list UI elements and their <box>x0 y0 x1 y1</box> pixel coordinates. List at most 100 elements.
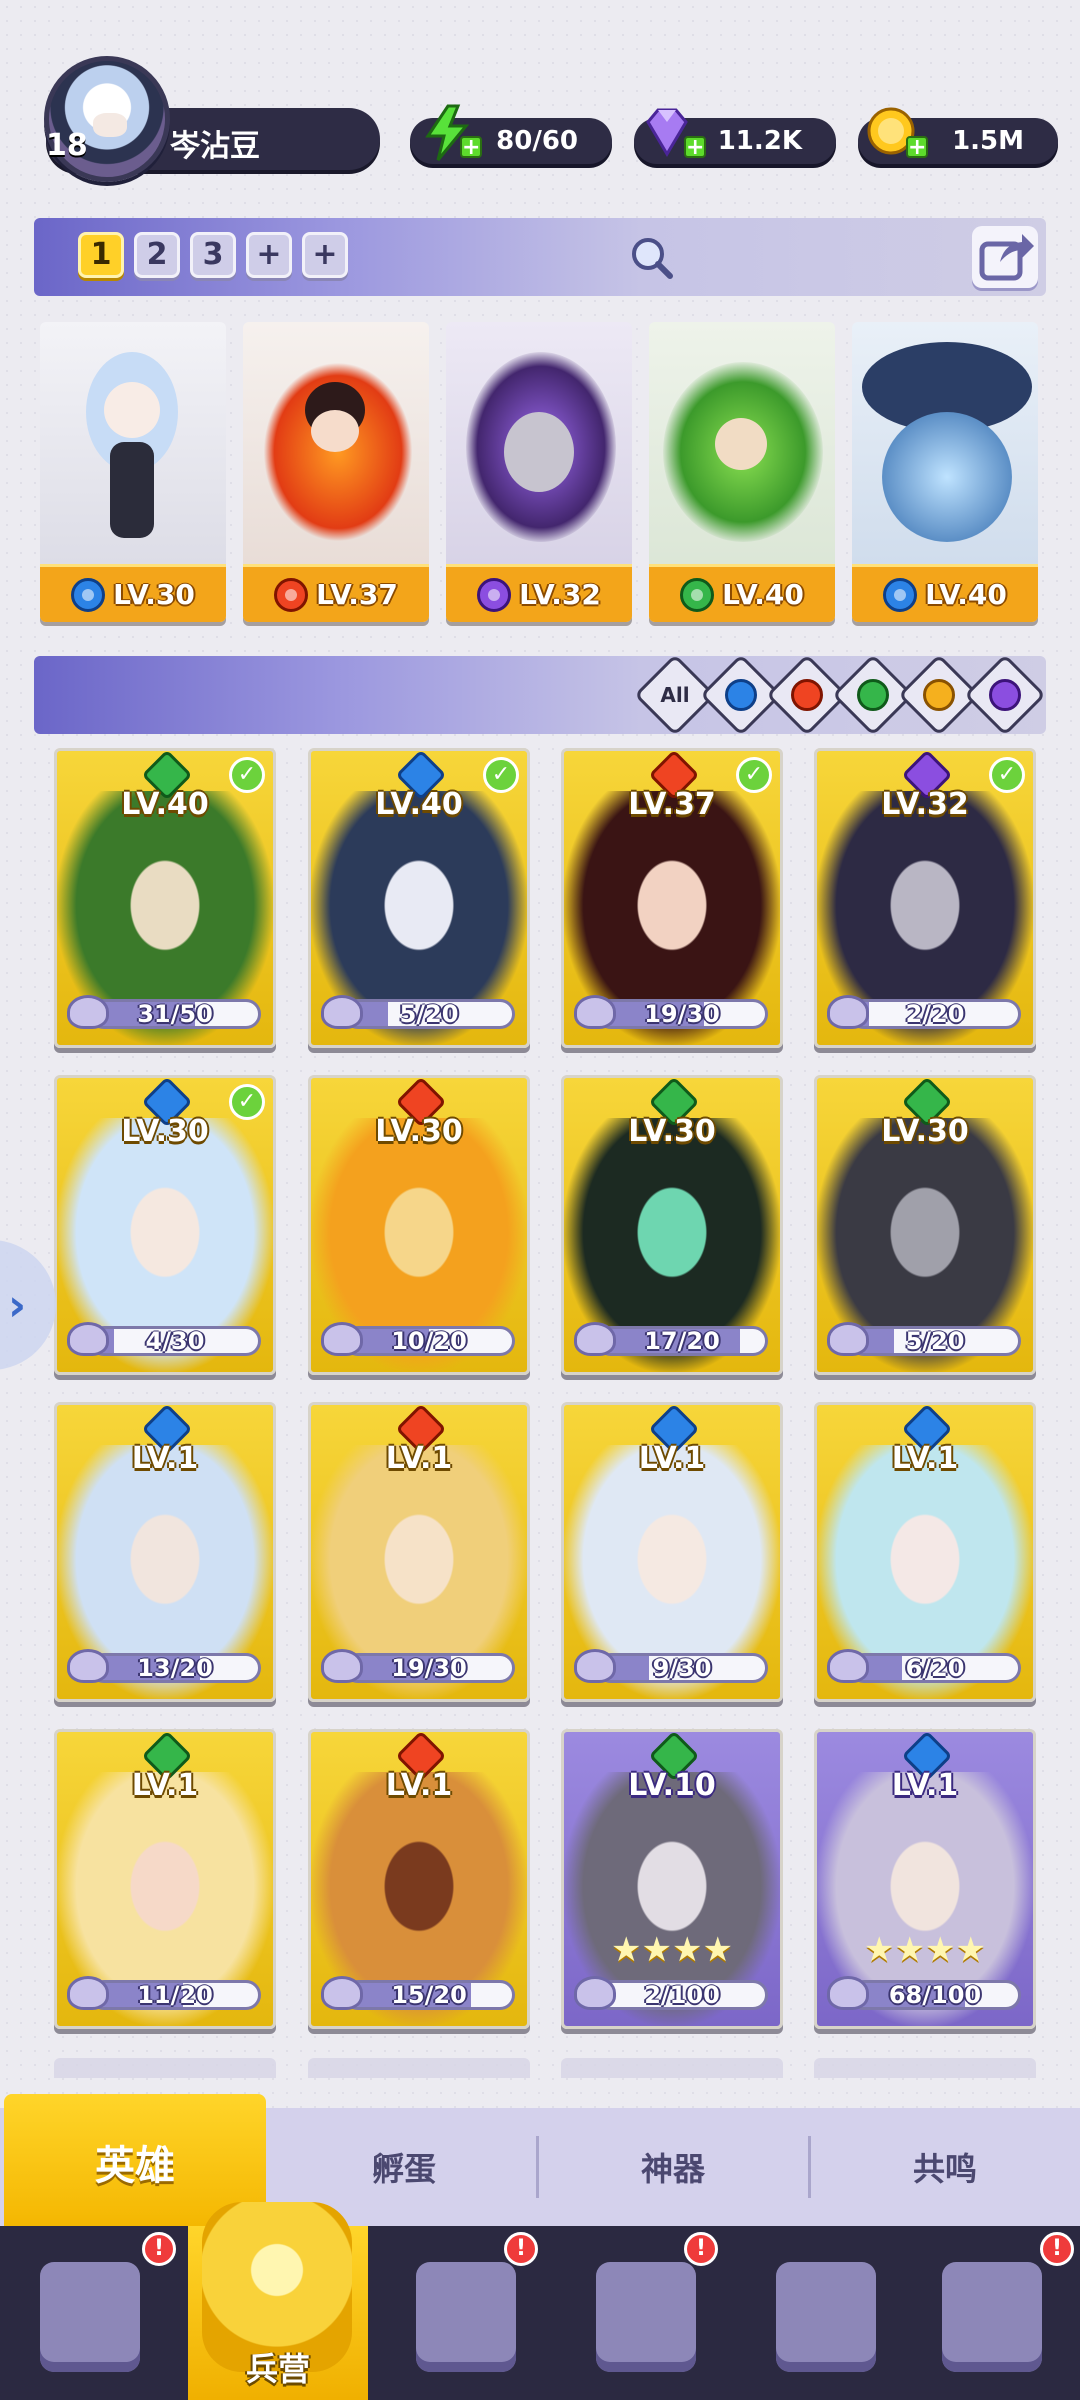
hero-card[interactable]: LV.1 11/20 <box>54 1729 276 2029</box>
team-member-4[interactable]: LV.40 <box>649 322 835 622</box>
filter-all-label: All <box>660 683 690 707</box>
hero-card-partial <box>561 2058 783 2078</box>
alert-badge: ! <box>504 2232 538 2266</box>
team-slot-2[interactable]: 2 <box>134 232 180 278</box>
hero-card[interactable]: LV.1 9/30 <box>561 1402 783 1702</box>
hero-card-partial <box>814 2058 1036 2078</box>
hero-shard-progress: 5/20 <box>343 999 515 1029</box>
team-slot-add-1[interactable]: + <box>246 232 292 278</box>
hero-shard-count: 2/20 <box>905 1000 965 1028</box>
hero-portrait <box>852 322 1038 574</box>
hero-card[interactable]: ✓ LV.37 19/30 <box>561 748 783 1048</box>
hero-shard-count: 19/30 <box>391 1654 467 1682</box>
hero-card[interactable]: LV.10 ★★★★ 2/100 <box>561 1729 783 2029</box>
hero-shard-count: 6/20 <box>905 1654 965 1682</box>
hero-stars: ★★★★ <box>611 1930 733 1970</box>
fragment-icon <box>574 1976 616 2010</box>
fragment-icon <box>67 1976 109 2010</box>
team-level: LV.40 <box>925 578 1007 611</box>
gems-plus-icon[interactable]: + <box>684 136 706 159</box>
team-level-bar: LV.30 <box>40 564 226 622</box>
hero-shard-progress: 15/20 <box>343 1980 515 2010</box>
hero-shard-progress: 68/100 <box>849 1980 1021 2010</box>
hero-shard-count: 31/50 <box>137 1000 213 1028</box>
hero-card[interactable]: ✓ LV.40 31/50 <box>54 748 276 1048</box>
hero-stars: ★★★★ <box>864 1930 986 1970</box>
hero-shard-progress: 4/30 <box>89 1326 261 1356</box>
hero-level: LV.37 <box>628 787 716 822</box>
team-member-5[interactable]: LV.40 <box>852 322 1038 622</box>
coins-value: 1.5M <box>952 126 1024 156</box>
hero-card-partial <box>308 2058 530 2078</box>
hero-level: LV.40 <box>375 787 463 822</box>
team-member-1[interactable]: LV.30 <box>40 322 226 622</box>
fragment-icon <box>574 995 616 1029</box>
hero-card[interactable]: ✓ LV.32 2/20 <box>814 748 1036 1048</box>
dark-element-icon <box>477 577 512 612</box>
hero-card[interactable]: LV.30 17/20 <box>561 1075 783 1375</box>
hero-card[interactable]: LV.1 13/20 <box>54 1402 276 1702</box>
fragment-icon <box>321 995 363 1029</box>
hero-shard-progress: 2/20 <box>849 999 1021 1029</box>
hero-level: LV.40 <box>121 787 209 822</box>
team-level-bar: LV.40 <box>852 564 1038 622</box>
nav-mushroom[interactable] <box>736 2226 916 2400</box>
team-member-2[interactable]: LV.37 <box>243 322 429 622</box>
team-slot-add-2[interactable]: + <box>302 232 348 278</box>
hero-card[interactable]: LV.1 15/20 <box>308 1729 530 2029</box>
search-icon[interactable] <box>626 232 676 282</box>
coins-plus-icon[interactable]: + <box>906 136 928 159</box>
hero-shard-progress: 13/20 <box>89 1653 261 1683</box>
hero-card-partial <box>54 2058 276 2078</box>
hero-card[interactable]: LV.1 6/20 <box>814 1402 1036 1702</box>
hero-shard-progress: 9/30 <box>596 1653 768 1683</box>
filter-dark-button[interactable] <box>963 653 1047 737</box>
hero-card[interactable]: ✓ LV.40 5/20 <box>308 748 530 1048</box>
energy-plus-icon[interactable]: + <box>460 136 482 159</box>
hero-level: LV.30 <box>121 1114 209 1149</box>
hero-level: LV.30 <box>375 1114 463 1149</box>
light-element-icon <box>923 679 955 711</box>
hero-shard-progress: 19/30 <box>343 1653 515 1683</box>
share-button[interactable] <box>972 226 1038 288</box>
hero-portrait <box>40 322 226 574</box>
team-level: LV.32 <box>519 578 601 611</box>
dark-element-icon <box>989 679 1021 711</box>
fragment-icon <box>67 995 109 1029</box>
hero-shard-count: 15/20 <box>391 1981 467 2009</box>
team-level-bar: LV.40 <box>649 564 835 622</box>
team-slot-3[interactable]: 3 <box>190 232 236 278</box>
hero-card[interactable]: LV.30 10/20 <box>308 1075 530 1375</box>
tab-resonance[interactable]: 共鸣 <box>812 2108 1078 2226</box>
hero-shard-progress: 31/50 <box>89 999 261 1029</box>
fragment-icon <box>574 1322 616 1356</box>
team-level: LV.40 <box>722 578 804 611</box>
hero-shard-progress: 11/20 <box>89 1980 261 2010</box>
player-name: 岑沾豆 <box>170 129 260 164</box>
nav-barracks[interactable]: 兵营 <box>188 2202 368 2400</box>
alert-badge: ! <box>684 2232 718 2266</box>
hero-shard-progress: 2/100 <box>596 1980 768 2010</box>
water-element-icon <box>883 577 918 612</box>
fire-element-icon <box>274 577 309 612</box>
fragment-icon <box>321 1322 363 1356</box>
hero-card[interactable]: LV.30 5/20 <box>814 1075 1036 1375</box>
hero-card[interactable]: ✓ LV.30 4/30 <box>54 1075 276 1375</box>
share-icon <box>979 234 1034 281</box>
hero-card[interactable]: LV.1 ★★★★ 68/100 <box>814 1729 1036 2029</box>
hero-level: LV.1 <box>638 1441 706 1476</box>
tab-artifacts[interactable]: 神器 <box>540 2108 806 2226</box>
team-bar: 1 2 3 + + <box>34 218 1046 296</box>
hero-level: LV.1 <box>131 1768 199 1803</box>
hero-shard-progress: 6/20 <box>849 1653 1021 1683</box>
fragment-icon <box>574 1649 616 1683</box>
hero-portrait <box>649 322 835 574</box>
player-avatar[interactable] <box>44 56 170 182</box>
fire-element-icon <box>791 679 823 711</box>
team-member-3[interactable]: LV.32 <box>446 322 632 622</box>
team-slot-1[interactable]: 1 <box>78 232 124 278</box>
hero-card[interactable]: LV.1 19/30 <box>308 1402 530 1702</box>
hero-level: LV.1 <box>385 1768 453 1803</box>
fragment-icon <box>827 1322 869 1356</box>
hero-shard-progress: 17/20 <box>596 1326 768 1356</box>
